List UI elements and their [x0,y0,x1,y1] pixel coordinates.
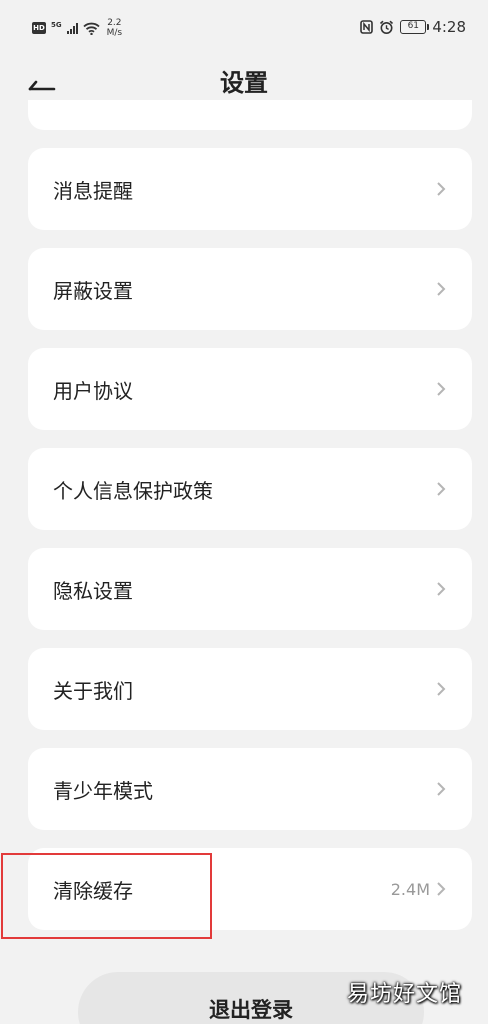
speed-value: 2.2 [107,18,122,28]
clock: 4:28 [432,18,466,36]
alarm-icon [380,20,394,34]
network-type: 5G [51,21,62,29]
highlight-annotation [1,853,212,939]
menu-item-privacy-policy[interactable]: 个人信息保护政策 [28,448,472,530]
nfc-icon [360,20,374,34]
partial-card [28,100,472,130]
menu-item-label: 个人信息保护政策 [53,478,213,503]
hd-badge: HD [32,22,46,34]
chevron-right-icon [437,182,446,196]
speed-unit: M/s [106,28,123,38]
menu-item-block-settings[interactable]: 屏蔽设置 [28,248,472,330]
menu-item-notifications[interactable]: 消息提醒 [28,148,472,230]
chevron-right-icon [437,482,446,496]
back-button[interactable] [28,66,64,102]
menu-item-label: 青少年模式 [53,778,153,803]
network-speed: 2.2 M/s [107,18,123,38]
chevron-right-icon [437,882,446,896]
menu-item-label: 隐私设置 [53,578,133,603]
watermark: 易坊好文馆 [346,982,462,1007]
page-title: 设置 [220,69,268,97]
chevron-right-icon [437,782,446,796]
menu-item-about-us[interactable]: 关于我们 [28,648,472,730]
menu-item-label: 关于我们 [53,678,133,703]
status-bar: HD 5G 2.2 M/s 61 4:28 [0,0,488,58]
status-left: HD 5G 2.2 M/s [32,18,122,38]
cache-size: 2.4M [390,879,430,899]
chevron-right-icon [437,282,446,296]
menu-item-privacy-settings[interactable]: 隐私设置 [28,548,472,630]
menu-item-youth-mode[interactable]: 青少年模式 [28,748,472,830]
battery-icon: 61 [400,20,430,34]
menu-item-label: 用户协议 [53,378,133,403]
signal-icon [66,22,78,34]
settings-screen: HD 5G 2.2 M/s 61 4:28 设置 消息提醒 屏蔽设置 用户协议 … [0,0,488,1024]
menu-item-label: 屏蔽设置 [53,278,133,303]
back-arrow-icon [28,80,56,91]
status-right: 61 4:28 [360,18,466,36]
chevron-right-icon [437,382,446,396]
wifi-icon [83,22,100,35]
menu-item-label: 消息提醒 [53,178,133,203]
menu-item-user-agreement[interactable]: 用户协议 [28,348,472,430]
chevron-right-icon [437,682,446,696]
chevron-right-icon [437,582,446,596]
